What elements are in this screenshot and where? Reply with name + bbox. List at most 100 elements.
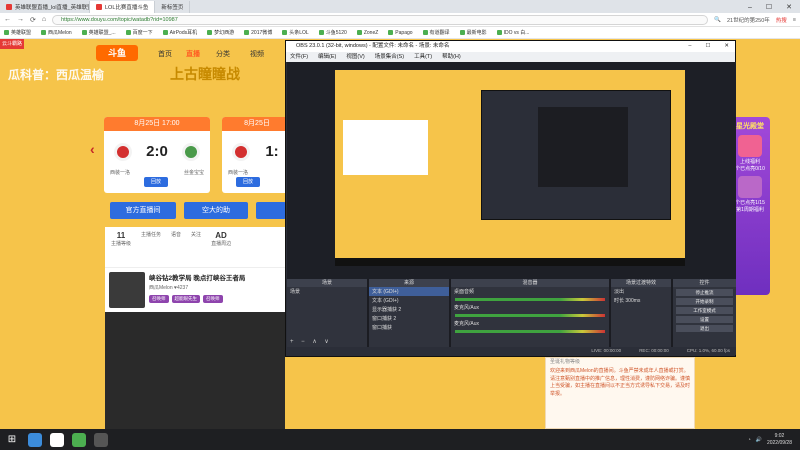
match-card[interactable]: 8月25日 17:00 2:0 西装一洛 丝金宝宝 回放: [104, 117, 210, 193]
control-button[interactable]: 工作室模式: [676, 307, 733, 314]
forward-icon[interactable]: →: [17, 16, 24, 23]
volume-meter[interactable]: [455, 330, 605, 333]
minimize-icon[interactable]: –: [688, 41, 691, 52]
source-item[interactable]: 显示器捕获 2: [369, 305, 449, 314]
nav-live[interactable]: 直播: [186, 49, 200, 59]
obs-menu-item[interactable]: 文件(F): [290, 52, 308, 62]
volume-icon[interactable]: 🔊: [756, 437, 762, 443]
minimize-icon[interactable]: –: [748, 4, 752, 11]
duration-input[interactable]: 300ms: [625, 298, 640, 304]
source-item[interactable]: 文本 (GDI+): [369, 287, 449, 296]
obs-menu-item[interactable]: 帮助(H): [442, 52, 461, 62]
refresh-icon[interactable]: ⟳: [30, 16, 36, 24]
nav-video[interactable]: 视频: [250, 49, 264, 59]
url-input[interactable]: https://www.douyu.com/topic/watadb?rid=1…: [52, 14, 709, 25]
avatar[interactable]: [109, 272, 145, 308]
obs-icon[interactable]: [94, 432, 108, 447]
nav-home[interactable]: 首页: [158, 49, 172, 59]
room-tag[interactable]: 超能眼先生: [171, 295, 200, 303]
clock[interactable]: 9:02 2022/09/28: [767, 433, 792, 447]
corner-badge[interactable]: 云斗霸路: [0, 39, 24, 49]
scene-item[interactable]: 场景: [287, 287, 367, 296]
chrome-icon[interactable]: [28, 432, 42, 447]
volume-meter[interactable]: [455, 298, 605, 301]
control-button[interactable]: 设置: [676, 316, 733, 323]
control-button[interactable]: 开始录制: [676, 298, 733, 305]
source-item[interactable]: 文本 (GDI+): [369, 296, 449, 305]
bookmark-item[interactable]: 英雄联盟_...: [81, 29, 116, 36]
carousel-prev-icon[interactable]: ‹: [90, 141, 95, 157]
obs-dock: 场景 场景 + − ∧ ∨ 来源 文本 (GDI+) 文本 (GDI+) 显示器捕获…: [287, 279, 736, 347]
obs-menubar: 文件(F) 编辑(E) 视图(V) 场景集合(S) 工具(T) 帮助(H): [286, 52, 735, 62]
search-icon[interactable]: 🔍: [714, 17, 721, 23]
match-card[interactable]: 8月25日 1: 西装一洛 回放: [222, 117, 292, 193]
bookmark-item[interactable]: 头条LOL: [282, 29, 309, 36]
replay-button[interactable]: 回放: [144, 177, 168, 187]
maximize-icon[interactable]: ☐: [766, 3, 772, 11]
app-icon[interactable]: [72, 432, 86, 447]
bookmark-item[interactable]: 梦幻西游: [207, 29, 234, 36]
transition-select[interactable]: 淡出: [611, 287, 671, 296]
anchor-stat[interactable]: AD 直播周边: [211, 231, 231, 247]
back-icon[interactable]: ←: [4, 16, 11, 23]
bookmark-item[interactable]: 斗鱼5120: [318, 29, 347, 36]
menu-icon[interactable]: ≡: [793, 17, 796, 23]
hot-label[interactable]: 热搜: [776, 16, 787, 24]
room-tag[interactable]: 召唤师: [149, 295, 169, 303]
side-ad-item: 个已点亮0/10: [735, 166, 765, 172]
anchor-stat[interactable]: 主播任务: [141, 231, 161, 247]
anchor-stat[interactable]: 11 主播等级: [111, 231, 131, 247]
maximize-icon[interactable]: ☐: [705, 41, 710, 52]
replay-button[interactable]: 回放: [236, 177, 260, 187]
control-button[interactable]: 停止推流: [676, 289, 733, 296]
obs-menu-item[interactable]: 视图(V): [346, 52, 364, 62]
bookmark-item[interactable]: IDO vs 白...: [496, 29, 529, 36]
bookmark-item[interactable]: AirPods耳机: [162, 29, 197, 36]
room-tag[interactable]: 召唤师: [203, 295, 223, 303]
bookmark-item[interactable]: 有道翻译: [422, 29, 450, 36]
official-room-button[interactable]: 官方直播间: [110, 202, 176, 219]
bookmark-icon: [356, 30, 362, 35]
close-icon[interactable]: ✕: [786, 3, 792, 11]
transitions-panel: 场景过渡特效 淡出 时长 300ms: [611, 279, 671, 347]
tab-lol-live[interactable]: LOL比赛直播斗鱼: [90, 1, 156, 13]
obs-menu-item[interactable]: 工具(T): [414, 52, 432, 62]
network-icon[interactable]: ◔: [748, 437, 751, 443]
scenes-panel: 场景 场景 + − ∧ ∨: [287, 279, 367, 347]
bookmark-icon: [459, 30, 465, 35]
home-icon[interactable]: ⌂: [42, 16, 46, 23]
volume-meter[interactable]: [455, 314, 605, 317]
bookmark-item[interactable]: 百度一下: [125, 29, 153, 36]
bookmark-icon: [388, 30, 394, 35]
more-button[interactable]: [256, 202, 286, 219]
source-item[interactable]: 窗口捕获 2: [369, 314, 449, 323]
kong-button[interactable]: 空大的助: [184, 202, 248, 219]
tab-douyu-lol[interactable]: 英雄联盟直播_lol直播_英雄联盟...: [0, 1, 90, 13]
windows-start-icon[interactable]: ⊞: [0, 434, 24, 445]
search-hint[interactable]: 21世纪的第250年: [727, 16, 770, 24]
control-button[interactable]: 退出: [676, 325, 733, 332]
bookmark-item[interactable]: 最新电影: [459, 29, 487, 36]
obs-menu-item[interactable]: 场景集合(S): [375, 52, 404, 62]
video-player[interactable]: [105, 312, 285, 429]
close-icon[interactable]: ✕: [724, 41, 729, 52]
bookmark-item[interactable]: ZoneZ: [356, 30, 378, 36]
side-ad[interactable]: 星光殿堂 上线福利 个已点亮0/10 个已点亮1/15 第1周期福利: [730, 117, 770, 295]
bookmark-item[interactable]: 西瓜Melon: [41, 29, 72, 36]
file-icon[interactable]: [50, 432, 64, 447]
obs-preview[interactable]: [287, 62, 736, 312]
source-item[interactable]: 窗口捕获: [369, 323, 449, 332]
obs-menu-item[interactable]: 编辑(E): [318, 52, 336, 62]
bookmark-item[interactable]: 英雄联盟: [4, 29, 31, 36]
nav-category[interactable]: 分类: [216, 49, 230, 59]
tab-new[interactable]: 新标签页: [155, 1, 191, 13]
douyu-logo[interactable]: 斗鱼: [96, 45, 138, 61]
bookmark-item[interactable]: 2017微博: [244, 29, 272, 36]
bookmark-item[interactable]: Papago: [388, 30, 413, 36]
anchor-stat[interactable]: 关注: [191, 231, 201, 247]
anchor-stat[interactable]: 语音: [171, 231, 181, 247]
window-controls: – ☐ ✕: [748, 1, 800, 13]
scene-controls-icon[interactable]: + − ∧ ∨: [290, 338, 332, 345]
scenes-header: 场景: [287, 279, 367, 287]
bookmark-icon: [81, 30, 87, 35]
